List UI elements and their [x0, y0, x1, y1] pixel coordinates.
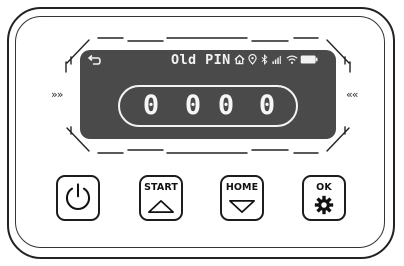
triangle-down-icon [229, 200, 255, 213]
status-bar: Old PIN [80, 50, 336, 72]
right-indicator-arrows: «« [346, 88, 359, 101]
ok-button[interactable]: OK [302, 175, 346, 221]
gear-icon [314, 195, 334, 215]
power-icon [65, 183, 91, 210]
lcd-screen: Old PIN 0 0 0 0 [80, 50, 336, 139]
location-icon [248, 54, 257, 65]
pin-digit-4: 0 [258, 90, 276, 121]
pin-digit-1: 0 [142, 90, 160, 121]
power-button[interactable] [56, 175, 100, 221]
signal-icon [272, 55, 281, 64]
pin-digit-2: 0 [184, 90, 202, 121]
bluetooth-icon [261, 54, 268, 65]
ok-button-label: OK [316, 182, 332, 193]
pin-digit-3: 0 [217, 90, 235, 121]
wifi-icon [286, 55, 298, 64]
triangle-up-icon [148, 200, 174, 213]
mode-label: Old PIN [171, 52, 231, 68]
back-arrow-icon[interactable] [87, 54, 101, 68]
pin-entry-field[interactable]: 0 0 0 0 [118, 85, 298, 127]
battery-icon [300, 55, 318, 64]
home-button[interactable]: HOME [220, 175, 264, 221]
start-button[interactable]: START [139, 175, 183, 221]
left-indicator-arrows: »» [51, 88, 64, 101]
home-icon [234, 54, 245, 65]
start-button-label: START [144, 182, 178, 193]
home-button-label: HOME [225, 182, 259, 193]
